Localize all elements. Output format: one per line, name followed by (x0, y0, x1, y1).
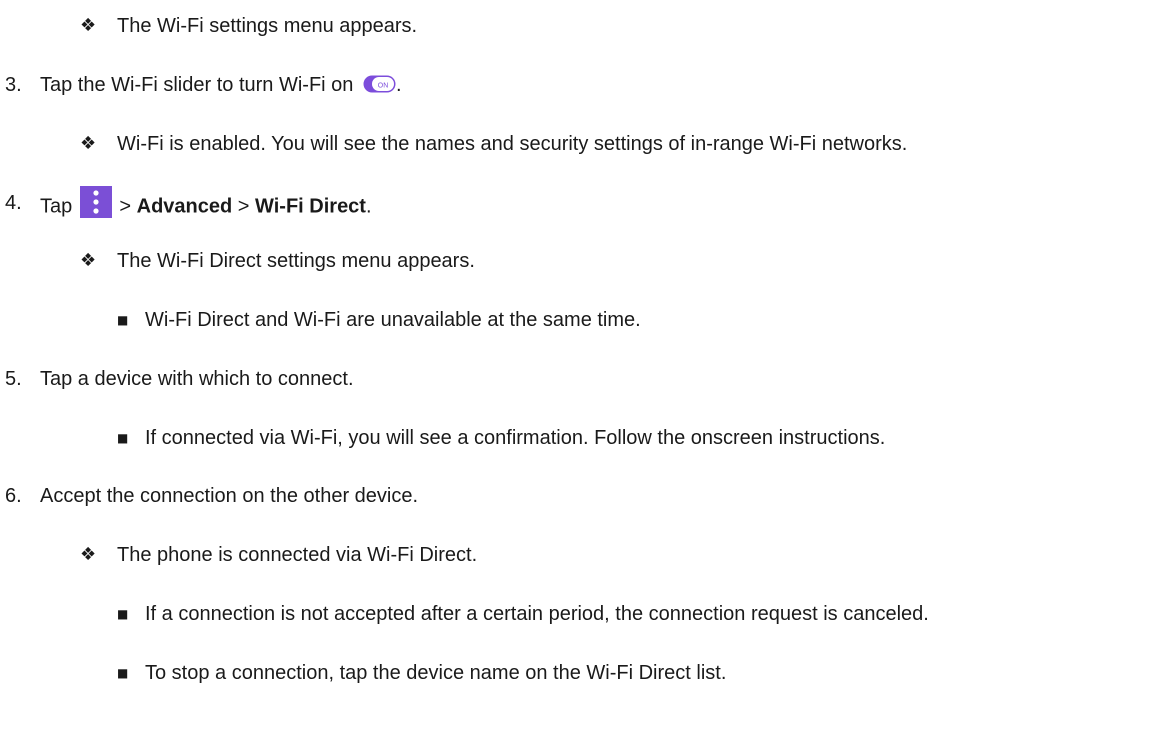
result-text: The Wi-Fi Direct settings menu appears. (117, 250, 475, 272)
diamond-bullet: ❖ (80, 133, 97, 154)
step-4-text: Tap > Advanced > Wi-Fi Direct. (40, 186, 372, 223)
step-number: 6. (5, 485, 22, 507)
square-bullet: ■ (117, 313, 129, 327)
toggle-on-icon: ON (363, 75, 396, 93)
step-3-text: Tap the Wi-Fi slider to turn Wi-Fi on ON… (40, 73, 402, 97)
path-separator: > (119, 195, 132, 218)
step-number: 5. (5, 368, 22, 390)
step-tap: Tap (40, 195, 73, 218)
step-text: Tap a device with which to connect. (40, 368, 354, 390)
note-text: To stop a connection, tap the device nam… (145, 662, 727, 684)
note-text: If a connection is not accepted after a … (145, 603, 929, 625)
step-text: Tap the Wi-Fi slider to turn Wi-Fi on (40, 74, 354, 96)
toggle-on-label: ON (378, 82, 389, 89)
note-text: Wi-Fi Direct and Wi-Fi are unavailable a… (145, 309, 641, 331)
square-bullet: ■ (117, 666, 129, 680)
note-text: If connected via Wi-Fi, you will see a c… (145, 427, 886, 449)
step-end: . (395, 74, 402, 96)
square-bullet: ■ (117, 607, 129, 621)
more-options-icon (79, 186, 112, 218)
square-bullet: ■ (117, 431, 129, 445)
diamond-bullet: ❖ (80, 250, 97, 271)
step-number: 3. (5, 74, 22, 96)
result-text: The Wi-Fi settings menu appears. (117, 15, 418, 37)
diamond-bullet: ❖ (80, 15, 97, 36)
step-number: 4. (5, 192, 22, 214)
diamond-bullet: ❖ (80, 544, 97, 565)
path-separator: > (237, 195, 250, 218)
step-end: . (365, 195, 372, 218)
menu-wifi-direct: Wi-Fi Direct (255, 195, 366, 218)
menu-advanced: Advanced (136, 195, 233, 218)
step-text: Accept the connection on the other devic… (40, 485, 419, 507)
result-text: Wi-Fi is enabled. You will see the names… (117, 133, 908, 155)
result-text: The phone is connected via Wi-Fi Direct. (117, 544, 478, 566)
